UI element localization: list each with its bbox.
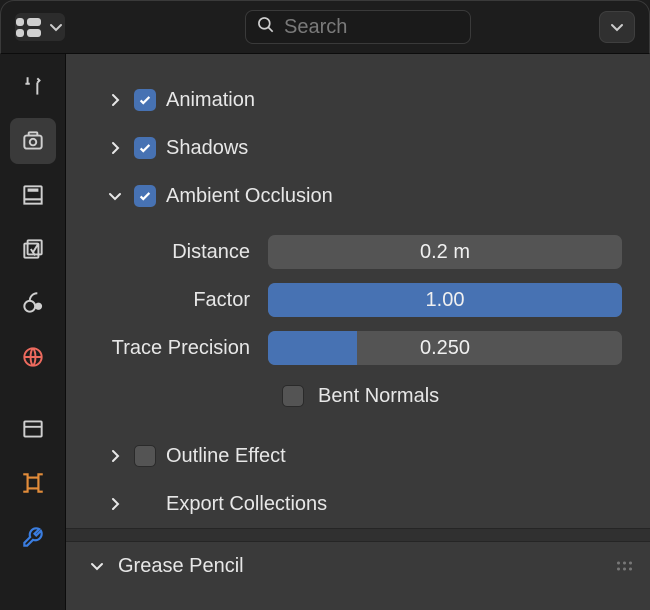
checkbox-bent-normals[interactable]	[282, 385, 304, 407]
prop-label-trace: Trace Precision	[86, 337, 250, 360]
prop-field-factor[interactable]: 1.00	[268, 283, 622, 317]
tab-viewlayer[interactable]	[10, 226, 56, 272]
chevron-right-icon	[106, 91, 124, 109]
checkbox-shadows[interactable]	[134, 137, 156, 159]
tab-output[interactable]	[10, 172, 56, 218]
section-label: Animation	[166, 89, 255, 112]
chevron-down-icon	[106, 187, 124, 205]
chevron-right-icon	[106, 495, 124, 513]
section-ambient-occlusion[interactable]: Ambient Occlusion	[86, 172, 622, 220]
section-label: Shadows	[166, 137, 248, 160]
prop-field-trace[interactable]: 0.250	[268, 331, 622, 365]
search-input[interactable]	[284, 16, 549, 39]
prop-label-bent: Bent Normals	[318, 385, 439, 408]
section-label: Outline Effect	[166, 445, 286, 468]
section-export-collections[interactable]: Export Collections	[86, 480, 622, 528]
section-label: Ambient Occlusion	[166, 185, 333, 208]
prop-label-factor: Factor	[86, 289, 250, 312]
section-label: Grease Pencil	[118, 555, 244, 578]
search-icon	[256, 15, 276, 40]
prop-value: 0.2 m	[268, 235, 622, 269]
chevron-down-icon	[47, 18, 65, 36]
checkbox-animation[interactable]	[134, 89, 156, 111]
chevron-down-icon	[88, 557, 106, 575]
search-field[interactable]	[245, 10, 471, 44]
drag-handle-icon[interactable]	[617, 562, 632, 571]
prop-field-distance[interactable]: 0.2 m	[268, 235, 622, 269]
tab-object[interactable]	[10, 406, 56, 452]
tab-render[interactable]	[10, 118, 56, 164]
chevron-right-icon	[106, 139, 124, 157]
chevron-right-icon	[106, 447, 124, 465]
prop-label-distance: Distance	[86, 241, 250, 264]
checkbox-ambient-occlusion[interactable]	[134, 185, 156, 207]
section-outline-effect[interactable]: Outline Effect	[86, 432, 622, 480]
options-dropdown[interactable]	[599, 11, 635, 43]
prop-value: 0.250	[268, 331, 622, 365]
checkbox-outline-effect[interactable]	[134, 445, 156, 467]
properties-panel: Animation Shadows Ambient Occlusion Dist…	[66, 54, 650, 610]
tab-tool[interactable]	[10, 64, 56, 110]
header-bar	[0, 0, 650, 54]
section-animation[interactable]: Animation	[86, 76, 622, 124]
section-shadows[interactable]: Shadows	[86, 124, 622, 172]
tab-modifiers[interactable]	[10, 514, 56, 560]
ambient-occlusion-props: Distance 0.2 m Factor 1.00 Trace Precisi…	[86, 220, 622, 432]
section-label: Export Collections	[166, 493, 327, 516]
tab-world[interactable]	[10, 334, 56, 380]
properties-tabs	[0, 54, 66, 610]
editor-type-selector[interactable]	[15, 13, 65, 41]
tab-object-data[interactable]	[10, 460, 56, 506]
section-grease-pencil[interactable]: Grease Pencil	[66, 542, 650, 590]
prop-value: 1.00	[268, 283, 622, 317]
tab-scene[interactable]	[10, 280, 56, 326]
